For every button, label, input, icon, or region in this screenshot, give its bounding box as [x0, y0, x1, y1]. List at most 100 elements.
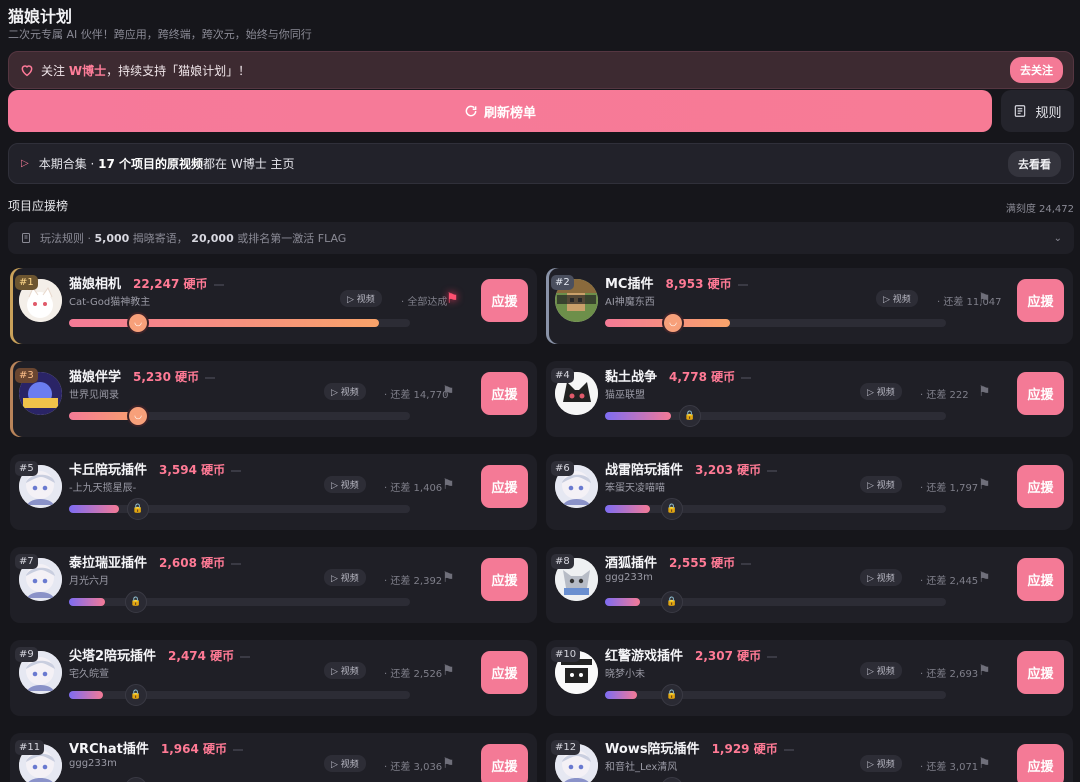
remaining-gap: · 还差 2,526 [384, 669, 443, 680]
author-name: 宅久皖萱 [69, 669, 109, 680]
video-label: 视频 [892, 295, 911, 305]
flag-icon[interactable]: ⚑ [978, 663, 991, 679]
leaderboard-card[interactable]: #11 VRChat插件 1,964 硬币 ggg233m ▷ 视频 · 还差 3,036… [10, 733, 537, 782]
remaining-gap: · 还差 222 [920, 390, 969, 401]
lock-icon: 🔒 [679, 405, 701, 427]
leaderboard-card[interactable]: #5 卡丘陪玩插件 3,594 硬币 -上九天揽星辰- ▷ 视频 · 还差 1,406 ⚑ 🔒… [10, 454, 537, 530]
flag-icon[interactable]: ⚑ [978, 384, 991, 400]
flag-icon[interactable]: ⚑ [442, 756, 455, 772]
refresh-label: 刷新榜单 [483, 105, 536, 121]
rank-badge: #12 [551, 740, 581, 755]
lock-icon: 🔒 [661, 777, 683, 782]
progress-fill [69, 691, 103, 699]
go-see-button[interactable]: 去看看 [1008, 150, 1061, 177]
progress-fill [605, 505, 650, 513]
coin-count: 5,230 硬币 [133, 370, 216, 384]
progress-track: 🔒 [605, 684, 946, 706]
leaderboard-card[interactable]: #3 猫娘伴学 5,230 硬币 世界见闻录 ▷ 视频 · 还差 14,770 ⚑ ◡ 应援 [10, 361, 537, 437]
flag-icon[interactable]: ⚑ [442, 570, 455, 586]
video-label: 视频 [340, 760, 359, 770]
project-title: 泰拉瑞亚插件 [69, 556, 148, 571]
rules-threshold-b: 20,000 [191, 232, 234, 245]
chevron-down-icon: ⌄ [1053, 232, 1062, 244]
progress-fill [605, 412, 671, 420]
project-name: 猫娘相机 22,247 硬币 [69, 273, 224, 292]
leaderboard-card[interactable]: #4 黏土战争 4,778 硬币 猫巫联盟 ▷ 视频 · 还差 222 ⚑ 🔒 应援 [546, 361, 1073, 437]
leaderboard-card[interactable]: #9 尖塔2陪玩插件 2,474 硬币 宅久皖萱 ▷ 视频 · 还差 2,526 ⚑ 🔒 应援 [10, 640, 537, 716]
cheer-button[interactable]: 应援 [481, 279, 528, 322]
follow-button[interactable]: 去关注 [1010, 57, 1063, 83]
video-button[interactable]: ▷ 视频 [860, 662, 902, 679]
cheer-button[interactable]: 应援 [481, 465, 528, 508]
video-label: 视频 [876, 388, 895, 398]
coin-count: 22,247 硬币 [133, 277, 224, 291]
flag-icon[interactable]: ⚑ [978, 291, 991, 307]
flag-icon[interactable]: ⚑ [442, 663, 455, 679]
video-button[interactable]: ▷ 视频 [860, 383, 902, 400]
video-button[interactable]: ▷ 视频 [340, 290, 382, 307]
lock-icon: 🔒 [125, 684, 147, 706]
refresh-button[interactable]: 刷新榜单 [8, 90, 992, 132]
flag-icon[interactable]: ⚑ [442, 477, 455, 493]
project-title: Wows陪玩插件 [605, 742, 700, 757]
coin-count-value: 1,929 硬币 [711, 742, 778, 756]
video-button[interactable]: ▷ 视频 [860, 569, 902, 586]
cheer-button[interactable]: 应援 [481, 558, 528, 601]
author-name: 世界见闻录 [69, 390, 119, 401]
video-label: 视频 [356, 295, 375, 305]
flag-icon[interactable]: ⚑ [978, 756, 991, 772]
cheer-button[interactable]: 应援 [1017, 651, 1064, 694]
lock-icon: 🔒 [661, 591, 683, 613]
remaining-gap: · 全部达成 [401, 297, 448, 308]
cheer-button[interactable]: 应援 [481, 372, 528, 415]
rules-button[interactable]: 规则 [1001, 90, 1074, 132]
leaderboard-card[interactable]: #10 红警游戏插件 2,307 硬币 晓梦小未 ▷ 视频 · 还差 2,693 ⚑ 🔒 应援 [546, 640, 1073, 716]
leaderboard-card[interactable]: #8 酒狐插件 2,555 硬币 ggg233m ▷ 视频 · 还差 2,445 ⚑ 🔒 应援 [546, 547, 1073, 623]
video-button[interactable]: ▷ 视频 [324, 383, 366, 400]
project-name: 红警游戏插件 2,307 硬币 [605, 645, 778, 664]
video-button[interactable]: ▷ 视频 [324, 755, 366, 772]
flag-icon[interactable]: ⚑ [446, 291, 459, 307]
cheer-button[interactable]: 应援 [1017, 279, 1064, 322]
remaining-gap: · 还差 2,445 [920, 576, 979, 587]
cheer-button[interactable]: 应援 [481, 744, 528, 782]
follow-suffix: ，持续支持「猫娘计划」！ [106, 63, 251, 78]
cheer-button[interactable]: 应援 [1017, 744, 1064, 782]
lock-icon: 🔒 [661, 684, 683, 706]
cheer-button[interactable]: 应援 [1017, 372, 1064, 415]
app-root: 猫娘计划 二次元专属 AI 伙伴！跨应用，跨终端，跨次元，始终与你同行 关注 W… [0, 0, 1080, 782]
cheer-button[interactable]: 应援 [1017, 465, 1064, 508]
video-button[interactable]: ▷ 视频 [324, 476, 366, 493]
milestone-unlocked-icon: ◡ [662, 312, 684, 334]
lock-icon: 🔒 [661, 498, 683, 520]
video-button[interactable]: ▷ 视频 [860, 755, 902, 772]
video-button[interactable]: ▷ 视频 [324, 569, 366, 586]
progress-track: ◡ [69, 312, 410, 334]
progress-track: ◡ [69, 405, 410, 427]
coin-count-value: 8,953 硬币 [665, 277, 732, 291]
leaderboard-card[interactable]: #6 战雷陪玩插件 3,203 硬币 笨蛋天凌喵喵 ▷ 视频 · 还差 1,797 ⚑ 🔒 应援 [546, 454, 1073, 530]
cheer-button[interactable]: 应援 [1017, 558, 1064, 601]
rank-badge: #4 [551, 368, 574, 383]
project-name: 战雷陪玩插件 3,203 硬币 [605, 459, 778, 478]
rank-badge: #2 [551, 275, 574, 290]
flag-icon[interactable]: ⚑ [978, 477, 991, 493]
cheer-button[interactable]: 应援 [481, 651, 528, 694]
flag-icon[interactable]: ⚑ [978, 570, 991, 586]
project-title: 红警游戏插件 [605, 649, 684, 664]
leaderboard-card[interactable]: #7 泰拉瑞亚插件 2,608 硬币 月光六月 ▷ 视频 · 还差 2,392 ⚑ 🔒 应援 [10, 547, 537, 623]
video-label: 视频 [340, 574, 359, 584]
video-button[interactable]: ▷ 视频 [876, 290, 918, 307]
leaderboard-card[interactable]: #2 MC插件 8,953 硬币 AI神魔东西 ▷ 视频 · 还差 11,047 ⚑ ◡ 应援 [546, 268, 1073, 344]
project-name: 黏土战争 4,778 硬币 [605, 366, 752, 385]
flag-icon[interactable]: ⚑ [442, 384, 455, 400]
play-rules-bar[interactable]: 玩法规则 · 5,000 揭晓寄语， 20,000 或排名第一激活 FLAG ⌄ [8, 222, 1074, 254]
video-button[interactable]: ▷ 视频 [324, 662, 366, 679]
leaderboard-card[interactable]: #12 Wows陪玩插件 1,929 硬币 和音社_Lex清风 ▷ 视频 · 还差 3,0… [546, 733, 1073, 782]
leaderboard-card[interactable]: #1 猫娘相机 22,247 硬币 Cat-God猫神教主 ▷ 视频 · 全部达成 ⚑ ◡ 应援 [10, 268, 537, 344]
rank-badge: #3 [15, 368, 38, 383]
video-button[interactable]: ▷ 视频 [860, 476, 902, 493]
author-name: 月光六月 [69, 576, 109, 587]
project-title: 猫娘相机 [69, 277, 122, 292]
progress-track: 🔒 [69, 684, 410, 706]
